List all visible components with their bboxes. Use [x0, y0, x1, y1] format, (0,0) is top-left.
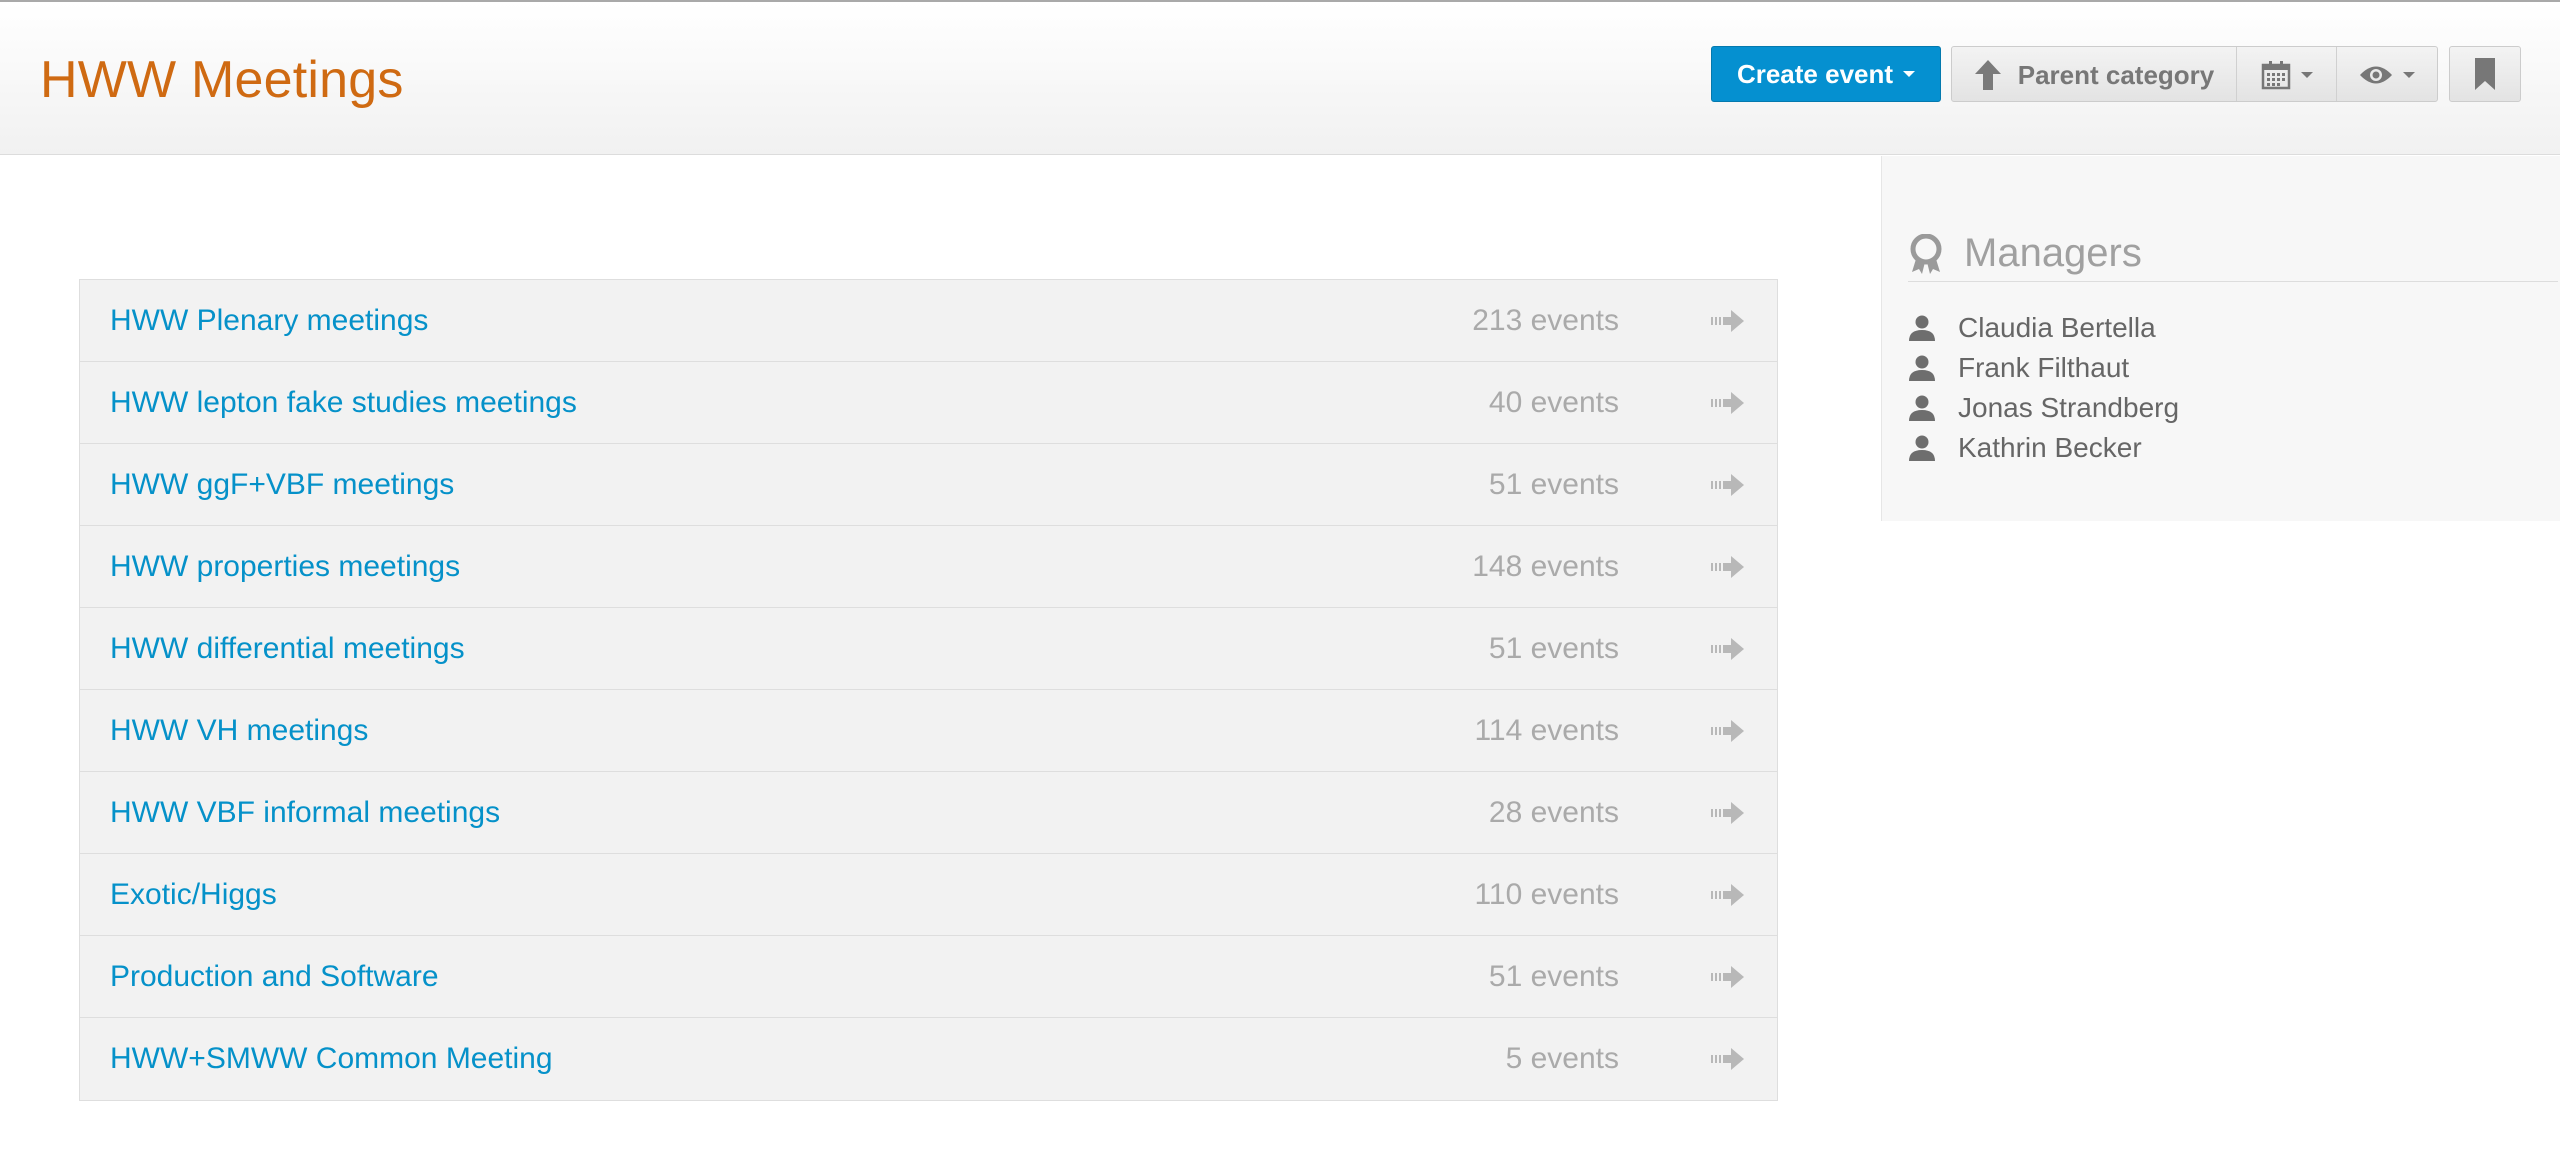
- category-link[interactable]: HWW VBF informal meetings: [110, 796, 500, 830]
- create-event-label: Create event: [1736, 58, 1894, 89]
- category-link[interactable]: HWW Plenary meetings: [110, 304, 428, 338]
- category-link[interactable]: Production and Software: [110, 960, 439, 994]
- manager-name: Frank Filthaut: [1958, 352, 2130, 383]
- category-row[interactable]: Production and Software 51 events: [80, 936, 1777, 1018]
- up-arrow-icon: [1974, 58, 2002, 92]
- parent-category-button[interactable]: Parent category: [1952, 47, 2237, 101]
- category-link[interactable]: HWW properties meetings: [110, 550, 460, 584]
- bookmark-button[interactable]: [2449, 46, 2521, 102]
- manager-item: Claudia Bertella: [1908, 308, 2179, 348]
- arrow-right-icon: [1711, 1048, 1744, 1070]
- arrow-right-icon: [1711, 801, 1744, 824]
- category-row[interactable]: HWW ggF+VBF meetings 51 events: [80, 444, 1777, 526]
- arrow-right-icon: [1711, 555, 1744, 578]
- category-event-count: 110 events: [1474, 877, 1619, 911]
- category-link[interactable]: Exotic/Higgs: [110, 878, 277, 912]
- view-options-button[interactable]: [2337, 47, 2437, 101]
- category-actions-group: Parent category: [1951, 46, 2438, 102]
- category-event-count: 51 events: [1488, 959, 1619, 993]
- manager-list: Claudia Bertella Frank Filthaut Jonas St…: [1908, 308, 2179, 468]
- category-row[interactable]: Exotic/Higgs 110 events: [80, 854, 1777, 936]
- category-link[interactable]: HWW+SMWW Common Meeting: [110, 1042, 553, 1076]
- category-link[interactable]: HWW VH meetings: [110, 714, 368, 748]
- category-event-count: 28 events: [1488, 795, 1619, 829]
- user-icon: [1909, 395, 1935, 421]
- arrow-right-icon: [1711, 965, 1744, 988]
- chevron-down-icon: [1903, 71, 1916, 77]
- arrow-right-icon: [1711, 883, 1744, 906]
- category-event-count: 5 events: [1505, 1042, 1619, 1075]
- category-row[interactable]: HWW VBF informal meetings 28 events: [80, 772, 1777, 854]
- category-event-count: 114 events: [1474, 713, 1619, 747]
- managers-title: Managers: [1964, 231, 2142, 275]
- manager-name: Jonas Strandberg: [1958, 392, 2180, 423]
- category-row[interactable]: HWW VH meetings 114 events: [80, 690, 1777, 772]
- calendar-icon: [2261, 60, 2291, 90]
- arrow-right-icon: [1711, 719, 1744, 742]
- category-row[interactable]: HWW+SMWW Common Meeting 5 events: [80, 1018, 1777, 1100]
- user-icon: [1909, 355, 1935, 381]
- category-event-count: 51 events: [1488, 631, 1619, 665]
- category-row[interactable]: HWW Plenary meetings 213 events: [80, 280, 1777, 362]
- managers-panel: Managers Claudia Bertella Frank Filthaut…: [1881, 156, 2560, 521]
- subcategory-list: HWW Plenary meetings 213 events HWW lept…: [79, 279, 1778, 1101]
- page-header: HWW Meetings Create event Parent categor…: [0, 0, 2560, 155]
- parent-category-label: Parent category: [2017, 59, 2215, 90]
- manager-item: Jonas Strandberg: [1908, 388, 2179, 428]
- arrow-right-icon: [1711, 637, 1744, 660]
- bookmark-icon: [2474, 57, 2496, 91]
- manager-name: Claudia Bertella: [1958, 312, 2156, 343]
- create-event-button[interactable]: Create event: [1711, 46, 1941, 102]
- eye-icon: [2359, 64, 2393, 86]
- category-event-count: 51 events: [1488, 467, 1619, 501]
- arrow-right-icon: [1711, 309, 1744, 332]
- category-row[interactable]: HWW differential meetings 51 events: [80, 608, 1777, 690]
- chevron-down-icon: [2403, 72, 2415, 78]
- arrow-right-icon: [1711, 473, 1744, 496]
- manager-name: Kathrin Becker: [1958, 432, 2142, 463]
- managers-header: Managers: [1908, 226, 2558, 282]
- user-icon: [1909, 315, 1935, 341]
- award-ribbon-icon: [1908, 233, 1944, 274]
- category-event-count: 213 events: [1472, 303, 1619, 337]
- page-title: HWW Meetings: [40, 51, 404, 109]
- category-row[interactable]: HWW properties meetings 148 events: [80, 526, 1777, 608]
- chevron-down-icon: [2300, 72, 2313, 78]
- category-link[interactable]: HWW lepton fake studies meetings: [110, 386, 577, 420]
- manager-item: Frank Filthaut: [1908, 348, 2179, 388]
- category-link[interactable]: HWW differential meetings: [110, 632, 465, 666]
- category-event-count: 148 events: [1472, 549, 1619, 583]
- category-event-count: 40 events: [1488, 385, 1619, 419]
- manager-item: Kathrin Becker: [1908, 428, 2179, 468]
- category-link[interactable]: HWW ggF+VBF meetings: [110, 468, 454, 502]
- arrow-right-icon: [1711, 391, 1744, 414]
- user-icon: [1909, 435, 1935, 461]
- category-row[interactable]: HWW lepton fake studies meetings 40 even…: [80, 362, 1777, 444]
- calendar-button[interactable]: [2237, 47, 2337, 101]
